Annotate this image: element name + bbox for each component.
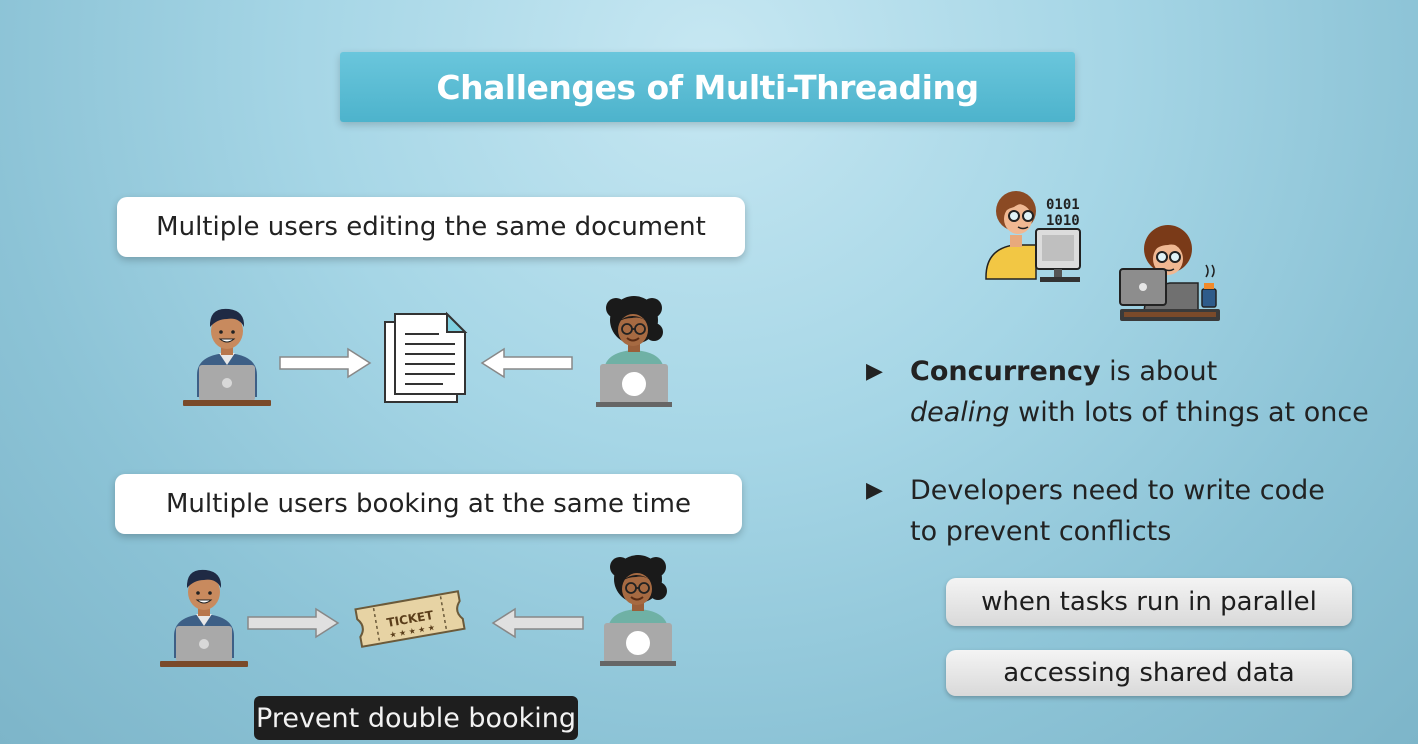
bullet1-bold: Concurrency: [910, 356, 1101, 387]
scenario-editing-card: Multiple users editing the same document: [117, 197, 745, 257]
bullet1-rest: is about: [1100, 356, 1218, 387]
arrow-right-icon: [279, 347, 372, 379]
scenario-booking-card: Multiple users booking at the same time: [115, 474, 742, 534]
pill-parallel-label: when tasks run in parallel: [981, 587, 1317, 617]
arrow-left-icon: [480, 347, 573, 379]
bullet1-line2: with lots of things at once: [1009, 397, 1369, 428]
developers-icon: 0101 1010: [985, 191, 1220, 321]
caption-subtitle: Prevent double booking: [254, 696, 578, 740]
woman-laptop-icon: [596, 296, 672, 407]
binary-text-1: 0101: [1046, 197, 1080, 213]
man-laptop-icon-2: [160, 569, 248, 667]
caption-text: Prevent double booking: [256, 702, 576, 734]
bullet2-line1: Developers need to write code: [910, 475, 1325, 506]
man-laptop-icon: [183, 308, 271, 406]
bullet-arrow-icon-2: ▶: [866, 478, 883, 503]
bullet-concurrency: ▶ Concurrency is about dealing with lots…: [866, 351, 1386, 435]
title-banner: Challenges of Multi-Threading: [340, 52, 1075, 122]
bullet1-italic: dealing: [910, 397, 1010, 428]
pill-parallel: when tasks run in parallel: [946, 578, 1352, 626]
arrow-left-icon-2: [491, 607, 584, 639]
bullet-arrow-icon: ▶: [866, 359, 883, 384]
scenario-booking-label: Multiple users booking at the same time: [165, 489, 692, 519]
bullet-developers: ▶ Developers need to write code to preve…: [866, 470, 1386, 554]
pill-shared-data-label: accessing shared data: [1003, 658, 1295, 688]
woman-laptop-icon-2: [600, 555, 676, 666]
scenario-editing-label: Multiple users editing the same document: [156, 212, 706, 242]
bullet2-line2: to prevent conflicts: [910, 516, 1172, 547]
pill-shared-data: accessing shared data: [946, 650, 1352, 696]
document-icon: [384, 311, 468, 403]
binary-text-2: 1010: [1046, 213, 1080, 229]
ticket-icon: TICKET ★ ★ ★ ★ ★: [354, 590, 466, 648]
arrow-right-icon-2: [247, 607, 340, 639]
page-title: Challenges of Multi-Threading: [436, 67, 979, 107]
